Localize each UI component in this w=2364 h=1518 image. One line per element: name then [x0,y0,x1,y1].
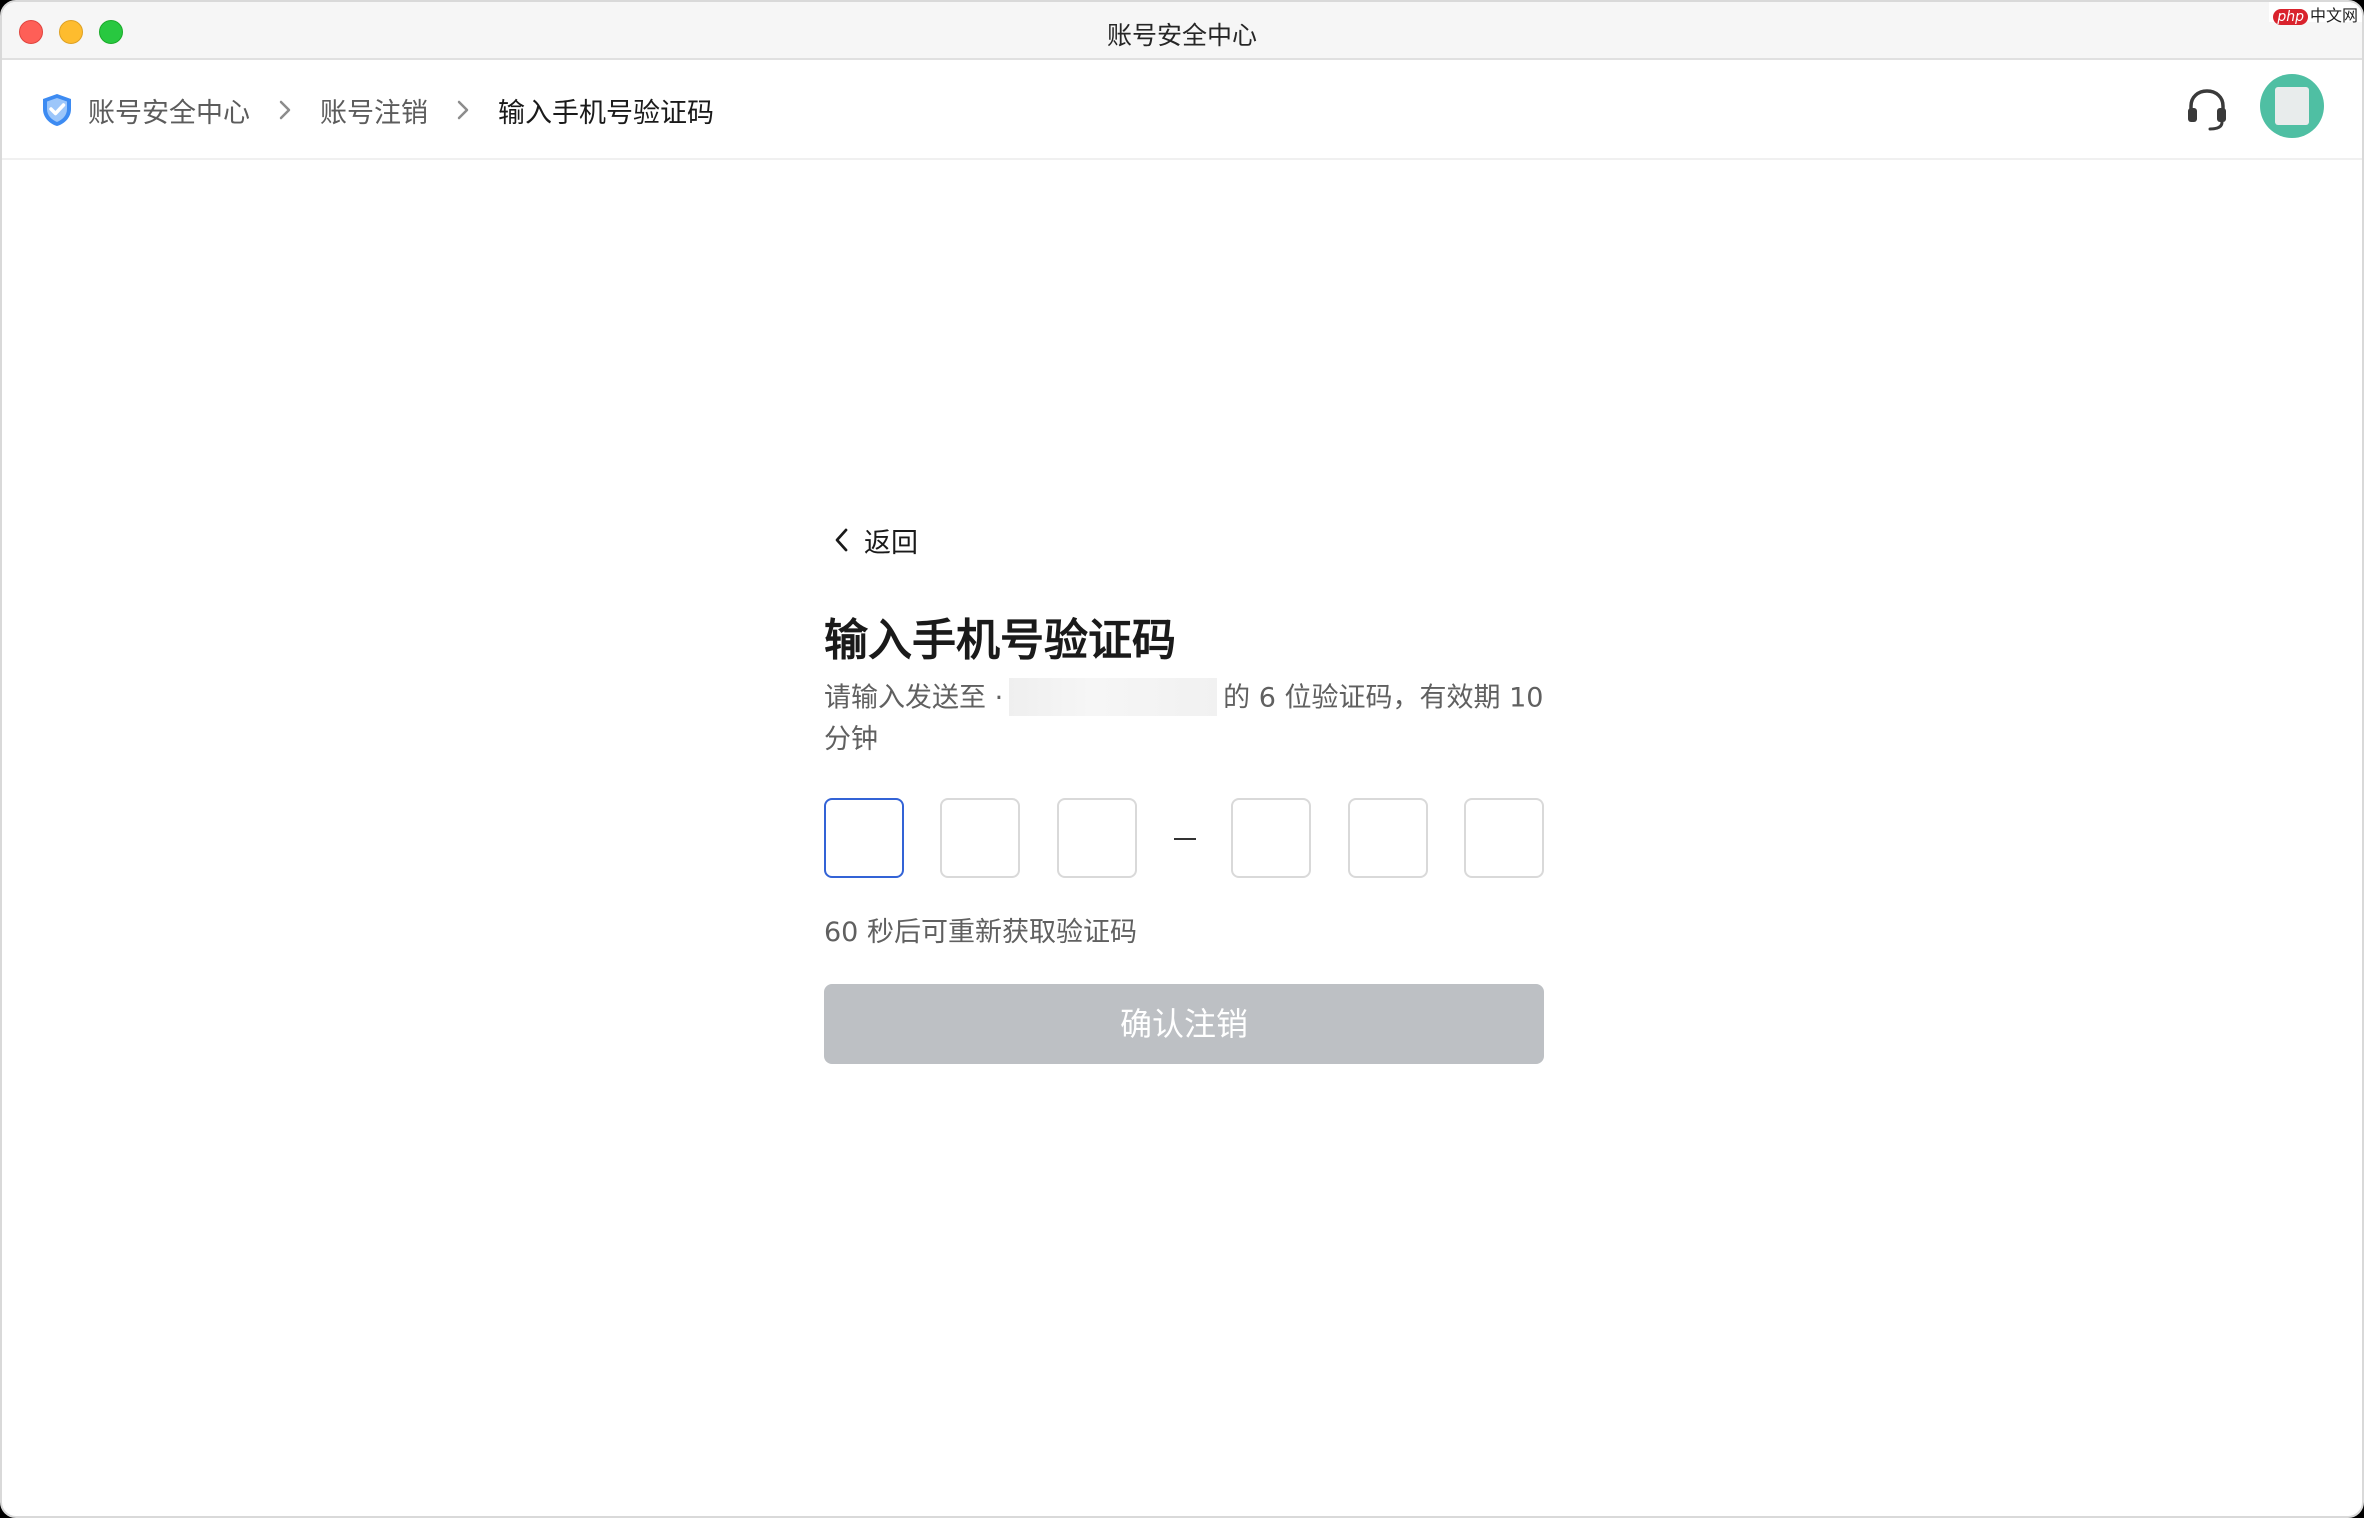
watermark-badge: php [2273,9,2308,25]
page-title: 输入手机号验证码 [824,615,1176,666]
shield-icon [43,94,71,126]
masked-phone-number [1009,678,1218,716]
description-prefix: 请输入发送至 · [824,682,1004,714]
chevron-right-icon [448,95,478,125]
window-title: 账号安全中心 [1106,21,1257,50]
code-digit-3[interactable] [1057,798,1137,878]
code-separator [1174,838,1196,840]
chevron-right-icon [270,95,300,125]
headset-icon[interactable] [2185,86,2229,134]
watermark-text: 中文网 [2309,6,2358,25]
avatar-image [2275,87,2309,125]
avatar[interactable] [2260,74,2324,138]
resend-countdown: 60 秒后可重新获取验证码 [824,917,1137,948]
page-header: 账号安全中心 账号注销 输入手机号验证码 [2,60,2362,160]
title-bar: 账号安全中心 php 中文网 [2,2,2362,60]
code-digit-6[interactable] [1464,798,1544,878]
page-description: 请输入发送至 · 的 6 位验证码，有效期 10 分钟 [824,678,1544,760]
code-digit-4[interactable] [1231,798,1311,878]
watermark: php 中文网 [2269,2,2362,25]
breadcrumb-item-security-center[interactable]: 账号安全中心 [88,91,250,130]
chevron-left-icon [835,528,848,552]
verification-code-input [824,798,1544,878]
code-digit-1[interactable] [824,798,904,878]
back-button[interactable]: 返回 [834,520,918,560]
app-window: 账号安全中心 php 中文网 账号安全中心 账号注销 输入手机号验证码 返回 输… [0,0,2364,1518]
breadcrumb: 账号安全中心 账号注销 输入手机号验证码 [40,90,714,130]
confirm-deletion-button[interactable]: 确认注销 [824,984,1544,1064]
back-label: 返回 [864,527,918,559]
code-digit-2[interactable] [940,798,1020,878]
code-digit-5[interactable] [1348,798,1428,878]
breadcrumb-item-current: 输入手机号验证码 [498,97,714,129]
breadcrumb-item-account-deletion[interactable]: 账号注销 [320,91,428,130]
